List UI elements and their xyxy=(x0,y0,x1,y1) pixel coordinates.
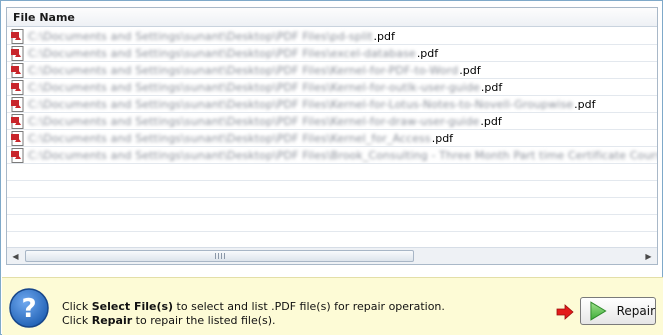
file-path: C:\Documents and Settings\sunant\Desktop… xyxy=(28,63,459,77)
table-row[interactable]: C:\Documents and Settings\sunant\Desktop… xyxy=(7,62,657,79)
pdf-file-icon xyxy=(11,45,24,61)
table-row[interactable]: C:\Documents and Settings\sunant\Desktop… xyxy=(7,45,657,62)
file-path: C:\Documents and Settings\sunant\Desktop… xyxy=(28,148,657,162)
scroll-right-icon[interactable]: ▶ xyxy=(640,248,657,264)
table-row[interactable]: C:\Documents and Settings\sunant\Desktop… xyxy=(7,96,657,113)
file-extension: .pdf xyxy=(480,114,502,128)
file-path: C:\Documents and Settings\sunant\Desktop… xyxy=(28,131,431,145)
file-extension: .pdf xyxy=(373,29,395,43)
grip-icon xyxy=(214,253,225,259)
file-path: C:\Documents and Settings\sunant\Desktop… xyxy=(28,80,480,94)
pdf-file-icon xyxy=(11,96,24,112)
instruction-line-1: Click Select File(s) to select and list … xyxy=(62,300,445,313)
horizontal-scrollbar[interactable]: ◀ ▶ xyxy=(7,247,657,264)
table-row[interactable]: C:\Documents and Settings\sunant\Desktop… xyxy=(7,113,657,130)
table-row[interactable]: C:\Documents and Settings\sunant\Desktop… xyxy=(7,79,657,96)
empty-row xyxy=(7,164,657,181)
empty-row xyxy=(7,215,657,232)
file-rows: C:\Documents and Settings\sunant\Desktop… xyxy=(7,28,657,246)
question-mark-icon: ? xyxy=(9,288,49,328)
file-list-panel: File Name C:\Documents and Settings\suna… xyxy=(6,7,658,265)
pdf-file-icon xyxy=(11,113,24,129)
green-play-icon xyxy=(590,301,607,321)
pdf-file-icon xyxy=(11,28,24,44)
scroll-left-icon[interactable]: ◀ xyxy=(7,248,24,264)
app-window: File Name C:\Documents and Settings\suna… xyxy=(0,0,663,335)
svg-text:?: ? xyxy=(21,294,36,324)
instruction-bar: ? Click Select File(s) to select and lis… xyxy=(2,277,663,335)
pdf-file-icon xyxy=(11,62,24,78)
table-row[interactable]: C:\Documents and Settings\sunant\Desktop… xyxy=(7,28,657,45)
file-path: C:\Documents and Settings\sunant\Desktop… xyxy=(28,97,574,111)
instruction-text: Click Select File(s) to select and list … xyxy=(62,300,445,328)
pdf-file-icon xyxy=(11,147,24,163)
scrollbar-thumb[interactable] xyxy=(25,250,414,262)
column-header-file-name[interactable]: File Name xyxy=(7,8,657,27)
file-path: C:\Documents and Settings\sunant\Desktop… xyxy=(28,29,373,43)
empty-row xyxy=(7,198,657,215)
file-extension: .pdf xyxy=(416,46,439,60)
file-path: C:\Documents and Settings\sunant\Desktop… xyxy=(28,46,416,60)
file-extension: .pdf xyxy=(431,131,454,145)
file-extension: .pdf xyxy=(480,80,503,94)
red-arrow-right-icon xyxy=(556,304,574,320)
table-row[interactable]: C:\Documents and Settings\sunant\Desktop… xyxy=(7,147,657,164)
file-path: C:\Documents and Settings\sunant\Desktop… xyxy=(28,114,480,128)
empty-row xyxy=(7,181,657,198)
instruction-line-2: Click Repair to repair the listed file(s… xyxy=(62,314,276,327)
repair-button[interactable]: Repair xyxy=(580,297,656,325)
file-extension: .pdf xyxy=(574,97,596,111)
pdf-file-icon xyxy=(11,79,24,95)
repair-button-label: Repair xyxy=(616,304,655,318)
file-extension: .pdf xyxy=(459,63,481,77)
table-row[interactable]: C:\Documents and Settings\sunant\Desktop… xyxy=(7,130,657,147)
pdf-file-icon xyxy=(11,130,24,146)
